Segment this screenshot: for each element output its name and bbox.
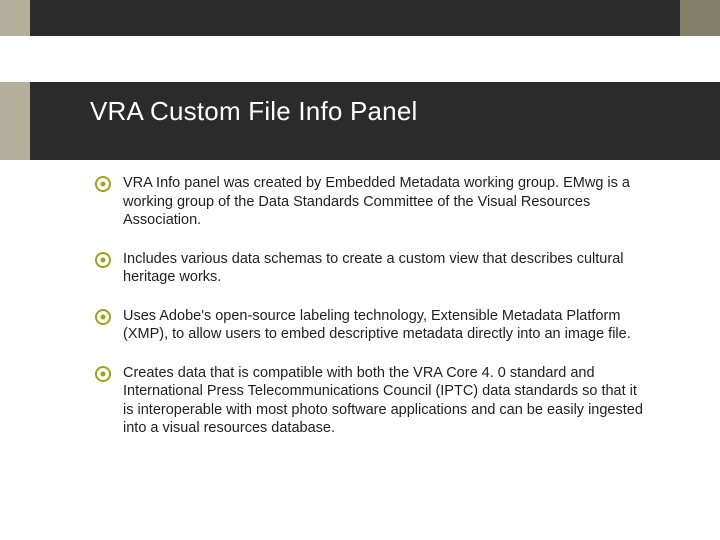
slide-content: VRA Info panel was created by Embedded M… xyxy=(95,174,645,524)
top-accent-olive xyxy=(680,0,720,36)
bullet-text: Includes various data schemas to create … xyxy=(123,250,645,287)
title-block: VRA Custom File Info Panel xyxy=(30,82,720,160)
top-decoration xyxy=(0,0,720,36)
list-item: Creates data that is compatible with bot… xyxy=(95,364,645,438)
title-left-accent xyxy=(0,82,30,160)
slide-title: VRA Custom File Info Panel xyxy=(90,96,417,127)
bullet-icon xyxy=(95,309,113,327)
list-item: Uses Adobe's open-source labeling techno… xyxy=(95,307,645,344)
bullet-icon xyxy=(95,252,113,270)
list-item: Includes various data schemas to create … xyxy=(95,250,645,287)
top-accent-tan xyxy=(0,0,30,36)
top-accent-dark xyxy=(30,0,680,36)
bullet-icon xyxy=(95,366,113,384)
bullet-icon xyxy=(95,176,113,194)
bullet-text: VRA Info panel was created by Embedded M… xyxy=(123,174,645,230)
bullet-text: Uses Adobe's open-source labeling techno… xyxy=(123,307,645,344)
bullet-text: Creates data that is compatible with bot… xyxy=(123,364,645,438)
list-item: VRA Info panel was created by Embedded M… xyxy=(95,174,645,230)
title-band: VRA Custom File Info Panel xyxy=(0,82,720,160)
